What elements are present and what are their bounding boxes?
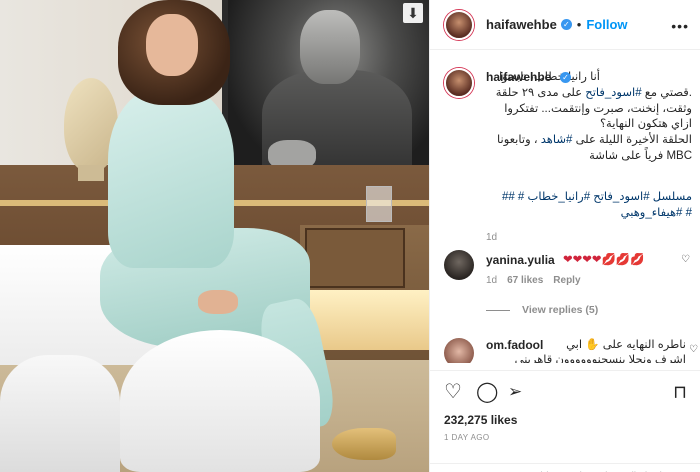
comment-username[interactable]: om.fadool: [486, 338, 543, 353]
comment-avatar[interactable]: [444, 250, 474, 280]
share-icon[interactable]: ➢: [508, 381, 522, 403]
header-separator: •: [576, 17, 582, 32]
likes-count[interactable]: 232,275 likes: [444, 413, 687, 427]
heart-icon[interactable]: ♡: [689, 344, 698, 355]
comment-timestamp[interactable]: 1d: [486, 275, 497, 286]
comments-limited-notice: Comments on this post have been limited: [430, 463, 700, 472]
verified-icon: ✓: [560, 19, 572, 30]
hashtags-line-1[interactable]: مسلسل #اسود_فاتح #رانيا_خطاب # ##: [486, 190, 692, 206]
view-replies-button[interactable]: View replies (5): [486, 304, 598, 316]
caption-username[interactable]: haifawehbe: [486, 70, 551, 84]
caption-line-6: MBC فرياً على شاشة: [589, 149, 692, 162]
photo-portrait-head: [300, 10, 360, 84]
photo-chair-front: [120, 330, 320, 472]
heart-icon[interactable]: ♡: [444, 381, 462, 403]
replies-divider: [486, 309, 510, 311]
caption-line-2b: على مدى ٢٩ حلقة: [495, 86, 586, 99]
caption-text: أنا رانيا خطاب، تابعتوا .قصتي مع #اسود_ف…: [486, 70, 692, 165]
comment-likes[interactable]: 67 likes: [507, 275, 543, 286]
action-icons: ♡ ◯ ➢ ⊓: [444, 381, 687, 407]
reply-button[interactable]: Reply: [553, 275, 580, 286]
post-photo[interactable]: ⬇: [0, 0, 429, 472]
caption-line-4: ازاي هتكون النهاية؟: [599, 118, 692, 131]
photo-glass: [366, 186, 392, 222]
photo-chair-left: [0, 355, 120, 472]
bookmark-icon[interactable]: ⊓: [673, 381, 687, 403]
hashtags-line-2[interactable]: # #هيفاء_وهبي: [486, 206, 692, 222]
caption-timestamp[interactable]: 1d: [486, 232, 497, 243]
photo-woman-shoe: [332, 428, 396, 460]
comment-username[interactable]: yanina.yulia: [486, 253, 555, 267]
photo-woman-jacket: [108, 88, 234, 268]
caption: أنا رانيا خطاب، تابعتوا .قصتي مع #اسود_ف…: [444, 68, 694, 248]
post-side-panel: haifawehbe ✓ • Follow ••• أنا رانيا خطاب…: [429, 0, 700, 472]
post-date[interactable]: 1 DAY AGO: [444, 433, 687, 442]
download-icon[interactable]: ⬇: [403, 3, 423, 23]
view-replies-label[interactable]: View replies (5): [522, 304, 598, 316]
comment-avatar[interactable]: [444, 338, 474, 363]
comment-text: om.fadool ناطره النهايه على ✋ ابي اشرف و…: [486, 338, 686, 363]
comment-icon[interactable]: ◯: [476, 381, 498, 403]
header-username[interactable]: haifawehbe: [486, 17, 557, 32]
avatar[interactable]: [444, 9, 474, 40]
photo-drawer: [305, 228, 405, 288]
hashtag-link[interactable]: #اسود_فاتح: [585, 87, 641, 99]
instagram-post: ⬇ haifawehbe ✓ • Follow ••• أنا رانيا خط…: [0, 0, 700, 472]
photo-vase-stand: [78, 165, 104, 181]
hashtag-link[interactable]: #شاهد: [541, 134, 573, 146]
comments-list[interactable]: أنا رانيا خطاب، تابعتوا .قصتي مع #اسود_ف…: [430, 58, 700, 363]
post-header: haifawehbe ✓ • Follow •••: [430, 0, 700, 50]
caption-avatar[interactable]: [444, 68, 474, 98]
list-item: yanina.yulia ❤❤❤❤💋💋💋 ♡ 1d 67 likes Reply V…: [444, 250, 694, 320]
heart-icon[interactable]: ♡: [681, 254, 690, 265]
comment-meta: 1d 67 likes Reply: [486, 275, 581, 286]
photo-woman-face: [146, 14, 198, 76]
caption-hashtags[interactable]: مسلسل #اسود_فاتح #رانيا_خطاب # ## # #هيف…: [486, 190, 692, 222]
comment-text: ❤❤❤❤💋💋💋: [563, 254, 645, 266]
more-icon[interactable]: •••: [671, 18, 689, 34]
caption-line-5: الحلقة الأخيرة الليلة على: [572, 134, 692, 147]
caption-line-3: وثقت، إنخنت، صبرت وإنتقمت... تفتكروا: [504, 102, 692, 115]
post-actions: ♡ ◯ ➢ ⊓ 232,275 likes 1 DAY AGO Comments…: [430, 370, 700, 472]
list-item: om.fadool ناطره النهايه على ✋ ابي اشرف و…: [444, 338, 698, 363]
caption-line-5b: ، وتابعونا: [496, 134, 541, 147]
follow-button[interactable]: Follow: [586, 17, 627, 32]
photo-woman-hand: [198, 290, 238, 314]
verified-icon: ✓: [560, 72, 571, 83]
caption-line-2: .قصتي مع: [641, 86, 692, 99]
